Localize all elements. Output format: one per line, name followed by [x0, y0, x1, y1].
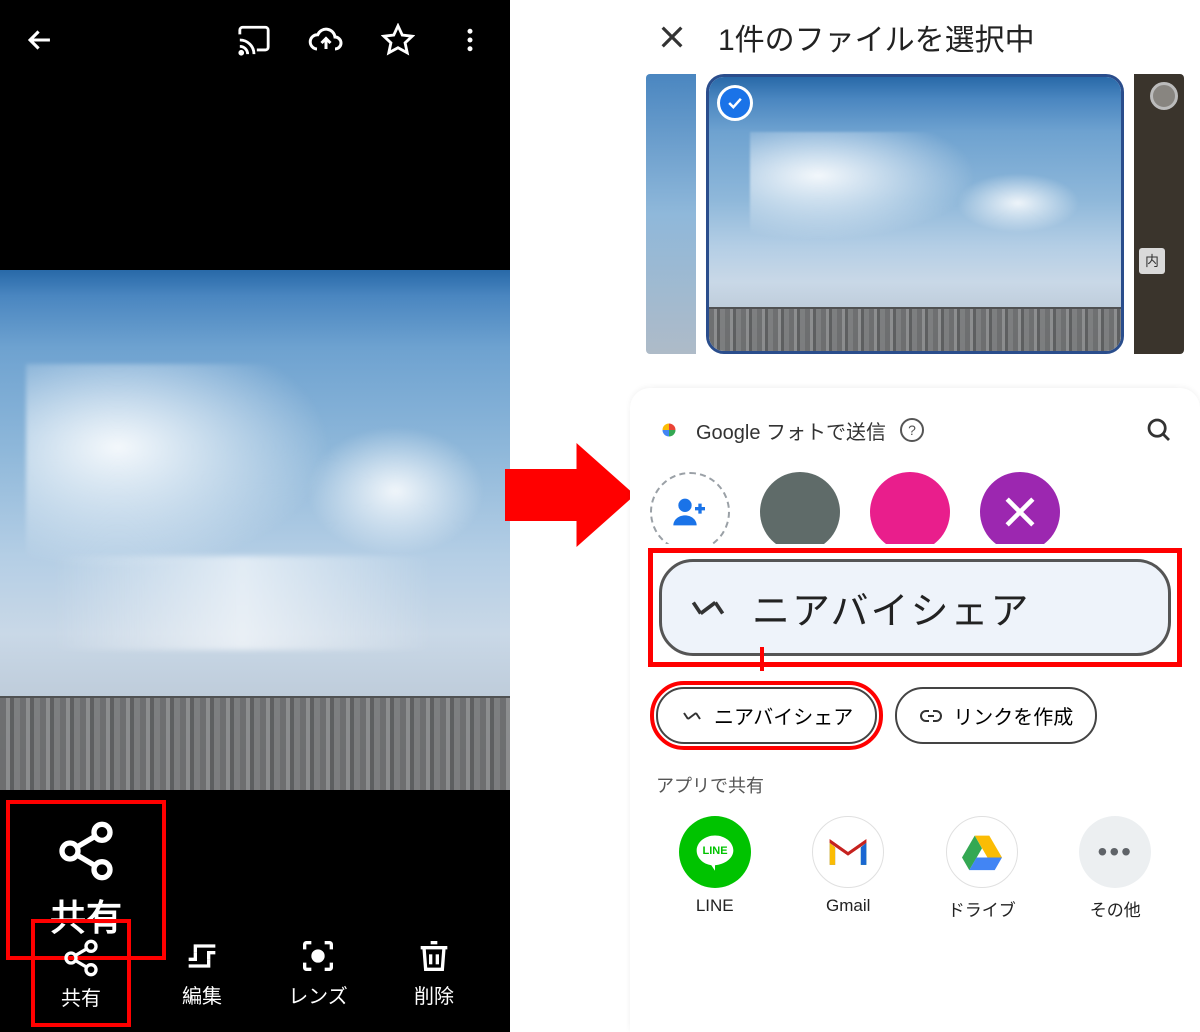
nearby-share-zoomed-callout: ニアバイシェア [648, 548, 1182, 667]
app-line[interactable]: LINE LINE [660, 816, 770, 921]
more-horizontal-icon: ••• [1079, 816, 1151, 888]
contact-avatar[interactable] [760, 472, 840, 544]
app-gmail-label: Gmail [826, 896, 870, 916]
thumbnail-next[interactable]: 内 [1134, 74, 1184, 354]
google-photos-label: Google フォトで送信 [696, 416, 886, 445]
nearby-share-chip-zoomed[interactable]: ニアバイシェア [659, 559, 1171, 656]
more-vert-icon[interactable] [448, 18, 492, 62]
line-icon: LINE [679, 816, 751, 888]
photo-top-bar [0, 0, 510, 80]
contacts-row [630, 454, 1200, 544]
select-circle-icon[interactable] [1150, 82, 1178, 110]
app-more[interactable]: ••• その他 [1060, 816, 1170, 921]
svg-text:LINE: LINE [702, 845, 727, 857]
app-more-label: その他 [1090, 896, 1141, 921]
delete-button[interactable]: 削除 [389, 936, 479, 1009]
help-icon[interactable]: ? [900, 418, 924, 442]
share-button[interactable]: 共有 [31, 919, 131, 1027]
arrow-right-icon [505, 430, 635, 560]
lens-button[interactable]: レンズ [273, 936, 363, 1009]
back-arrow-icon[interactable] [18, 18, 62, 62]
edit-label: 編集 [182, 980, 222, 1009]
checkmark-icon [717, 85, 753, 121]
share-label: 共有 [61, 982, 101, 1011]
share-chips-row: ニアバイシェア リンクを作成 [630, 667, 1200, 754]
thumbnail-strip[interactable]: 内 [630, 74, 1200, 354]
share-header-title: 1件のファイルを選択中 [718, 15, 1035, 59]
create-link-chip-label: リンクを作成 [953, 701, 1073, 730]
photo-preview[interactable] [0, 270, 510, 790]
delete-label: 削除 [414, 980, 454, 1009]
transition-arrow-column [510, 0, 630, 1032]
thumbnail-selected[interactable] [706, 74, 1124, 354]
app-drive-label: ドライブ [948, 896, 1016, 921]
nearby-share-chip-label: ニアバイシェア [714, 701, 853, 730]
cast-icon[interactable] [232, 18, 276, 62]
gmail-icon [812, 816, 884, 888]
star-icon[interactable] [376, 18, 420, 62]
create-link-chip[interactable]: リンクを作成 [895, 687, 1097, 744]
nearby-share-zoomed-label: ニアバイシェア [752, 580, 1030, 635]
contact-avatar[interactable] [870, 472, 950, 544]
close-icon[interactable] [656, 21, 688, 53]
app-share-heading: アプリで共有 [630, 754, 1200, 806]
photo-bottom-toolbar: 共有 編集 レンズ 削除 [0, 917, 510, 1032]
drive-icon [946, 816, 1018, 888]
connector-line [760, 647, 764, 671]
google-photos-icon [656, 417, 682, 443]
app-gmail[interactable]: Gmail [793, 816, 903, 921]
add-contact-button[interactable] [650, 472, 730, 544]
contact-avatar[interactable] [980, 472, 1060, 544]
share-header: 1件のファイルを選択中 [630, 0, 1200, 74]
lens-label: レンズ [288, 980, 348, 1009]
cloud-upload-icon[interactable] [304, 18, 348, 62]
edit-button[interactable]: 編集 [157, 936, 247, 1009]
search-icon[interactable] [1144, 415, 1174, 445]
tag-label: 内 [1139, 248, 1165, 274]
app-line-label: LINE [696, 896, 734, 916]
nearby-share-chip[interactable]: ニアバイシェア [656, 687, 877, 744]
apps-row: LINE LINE Gmail ドライブ ••• その他 [630, 806, 1200, 941]
thumbnail-prev[interactable] [646, 74, 696, 354]
photo-viewer-screen: 共有 共有 編集 レンズ 削除 [0, 0, 510, 1032]
google-photos-row[interactable]: Google フォトで送信 ? [630, 406, 1200, 454]
share-panel: Google フォトで送信 ? ニアバイシェア [630, 388, 1200, 1032]
share-sheet-screen: 1件のファイルを選択中 内 Google フォトで送信 ? [630, 0, 1200, 1032]
app-drive[interactable]: ドライブ [927, 816, 1037, 921]
